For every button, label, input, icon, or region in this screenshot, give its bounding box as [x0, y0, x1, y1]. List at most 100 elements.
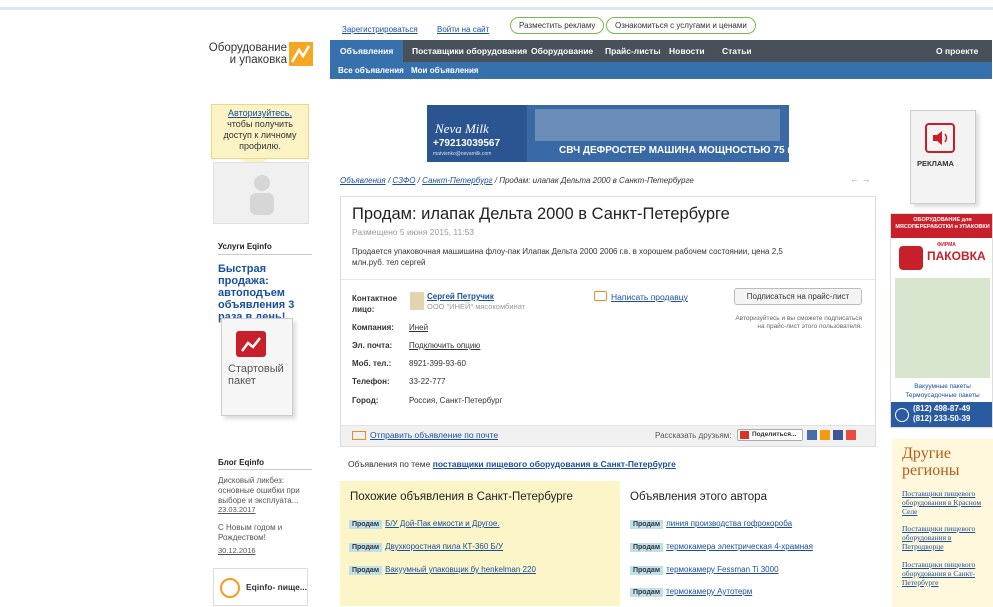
packaging-banner[interactable]: ОБОРУДОВАНИЕ для МЯСОПЕРЕРАБОТКИ и УПАКОВ… — [890, 213, 993, 428]
other-regions: Другие регионы Поставщики пищевого обору… — [892, 439, 993, 607]
breadcrumb-szfo[interactable]: СЗФО — [392, 176, 415, 185]
logo-line1: Оборудование — [208, 42, 287, 54]
phone-icon — [895, 408, 909, 422]
breadcrumb-ads[interactable]: Объявления — [340, 176, 386, 185]
place-ad-button[interactable]: Разместить рекламу — [510, 17, 605, 34]
similar-ad-link[interactable]: Вакуумный упаковщик бу henkelman 220 — [385, 565, 536, 574]
subnav-my-ads[interactable]: Мои объявления — [411, 66, 479, 75]
logo-line2: и упаковка — [229, 54, 287, 66]
odnoklassniki-icon[interactable] — [820, 430, 830, 440]
company-link[interactable]: Иней — [409, 323, 428, 332]
brand-name: ПАКОВКА — [927, 249, 986, 263]
divider — [218, 254, 312, 255]
auth-prompt: Авторизуйтесь, чтобы получить доступ к л… — [211, 104, 309, 159]
similar-ads-title: Похожие объявления в Санкт-Петербурге — [350, 491, 573, 503]
breadcrumb-spb[interactable]: Санкт-Петербург — [422, 176, 492, 185]
services-heading: Услуги Eqinfo — [218, 242, 272, 251]
starter-pack-book[interactable]: Стартовый пакет — [221, 318, 293, 416]
blog-heading: Блог Eqinfo — [218, 458, 265, 467]
phone-value: 33-22-777 — [409, 377, 446, 386]
contact-org: ООО "ИНЕЙ" мясокомбинат — [427, 302, 526, 311]
eqinfo-widget[interactable]: Eqinfo- пище... — [213, 568, 308, 606]
advertising-box[interactable]: РЕКЛАМА — [910, 110, 976, 204]
region-link[interactable]: Поставщики пищевого оборудования в Санкт… — [902, 560, 990, 587]
blog-post-text[interactable]: Дисковый ликбез: основные ошибки при выб… — [218, 476, 314, 506]
avatar — [213, 162, 309, 224]
list-item[interactable]: Продам Двухкоростная пила КТ-360 Б/У — [349, 540, 503, 552]
topic-link[interactable]: поставщики пищевого оборудования в Санкт… — [433, 459, 676, 469]
chart-icon — [236, 331, 266, 357]
author-ad-link[interactable]: линия производства гофрокороба — [666, 519, 792, 528]
list-item[interactable]: Продам термокамера электрическая 4-храмн… — [630, 540, 813, 552]
sale-tag: Продам — [630, 520, 664, 529]
subscribe-button[interactable]: Подписаться на прайс-лист — [734, 288, 862, 305]
sub-nav: Все объявления Мои объявления — [330, 62, 992, 79]
login-link[interactable]: Войти на сайт — [437, 25, 489, 34]
nav-item-suppliers[interactable]: Поставщики оборудования — [412, 46, 527, 56]
list-item[interactable]: Продам термокамеру Fessman Ti 3000 — [630, 563, 779, 575]
write-seller-link[interactable]: Написать продавцу — [611, 292, 688, 302]
promo-link[interactable]: Быстрая продажа: автоподъем объявления 3… — [218, 263, 312, 323]
sale-tag: Продам — [630, 588, 664, 597]
banner-slogan: СВЧ ДЕФРОСТЕР МАШИНА МОЩНОСТЬЮ 75 кВт — [559, 145, 789, 156]
breadcrumb-sep: / — [494, 176, 497, 185]
regions-title: Другие регионы — [902, 445, 960, 479]
firm-label: ФИРМА — [937, 242, 956, 248]
send-email-link[interactable]: Отправить объявление по почте — [370, 430, 498, 440]
nav-item-pricelists[interactable]: Прайс-листы — [605, 46, 661, 56]
envelope-icon — [352, 431, 366, 440]
list-item[interactable]: Продам Б/У Дой-Пак емкости и Другое. — [349, 517, 500, 529]
register-link[interactable]: Зарегистрироваться — [342, 25, 418, 34]
breadcrumb-current: Продам: илапак Дельта 2000 в Санкт-Петер… — [499, 176, 694, 185]
region-link[interactable]: Поставщики пищевого оборудования в Красн… — [902, 489, 990, 516]
banner-brand: Neva Milk — [435, 121, 489, 136]
email-option-link[interactable]: Подключить опцию — [409, 341, 480, 350]
list-item[interactable]: Продам линия производства гофрокороба — [630, 517, 792, 529]
posted-date: Размещено 5 июня 2015, 11:53 — [352, 227, 475, 237]
services-button[interactable]: Ознакомиться с услугами и ценами — [606, 17, 756, 34]
nav-arrows[interactable]: ← → — [850, 174, 871, 184]
nav-item-news[interactable]: Новости — [669, 46, 705, 56]
similar-ad-link[interactable]: Двухкоростная пила КТ-360 Б/У — [385, 542, 503, 551]
contact-name-link[interactable]: Сергей Петручик — [427, 292, 494, 301]
subnav-all-ads[interactable]: Все объявления — [338, 66, 404, 75]
auth-text-1: чтобы получить — [227, 119, 293, 129]
list-item[interactable]: Продам Вакуумный упаковщик бу henkelman … — [349, 563, 536, 575]
city-value: Россия, Санкт-Петербург — [409, 396, 503, 405]
nav-item-articles[interactable]: Статьи — [722, 46, 752, 56]
blog-post-date[interactable]: 23.03.2017 — [218, 505, 256, 514]
mobile-value: 8921-399-93-60 — [409, 359, 466, 368]
contact-avatar — [410, 292, 424, 310]
breadcrumb: Объявления / СЗФО / Санкт-Петербург / Пр… — [340, 176, 694, 185]
auth-link[interactable]: Авторизуйтесь, — [228, 108, 292, 118]
facebook-icon[interactable] — [833, 430, 843, 440]
sale-tag: Продам — [630, 566, 664, 575]
region-link[interactable]: Поставщики пищевого оборудования в Петро… — [902, 524, 990, 551]
logo-icon — [289, 42, 313, 66]
auth-text-3: профилю. — [239, 141, 281, 151]
sale-tag: Продам — [630, 543, 664, 552]
brand-icon — [899, 246, 923, 270]
author-ad-link[interactable]: термокамера электрическая 4-храмная — [666, 542, 813, 551]
nav-item-about[interactable]: О проекте — [936, 46, 978, 56]
auth-text-2: доступ к личному — [223, 130, 297, 140]
ad-banner[interactable]: Neva Milk +79213039567 matvienko@nevamil… — [427, 105, 789, 162]
site-logo[interactable]: Оборудование и упаковка — [209, 40, 325, 72]
sale-tag: Продам — [349, 543, 383, 552]
nav-item-ads[interactable]: Объявления — [330, 40, 404, 62]
phone-label: Телефон: — [352, 377, 390, 386]
nav-item-equipment[interactable]: Оборудование — [531, 46, 593, 56]
contact-label: Контактное лицо: — [352, 294, 398, 314]
author-ad-link[interactable]: термокамеру Fessman Ti 3000 — [666, 565, 778, 574]
mailru-icon[interactable] — [846, 430, 856, 440]
vk-icon[interactable] — [807, 430, 817, 440]
blog-post-date[interactable]: 30.12.2016 — [218, 546, 256, 555]
author-ad-link[interactable]: термокамеру Аутотерм — [666, 587, 752, 596]
speaker-icon — [925, 123, 955, 153]
banner-email: matvienko@nevamilk.com — [433, 151, 492, 157]
banner-heading: ОБОРУДОВАНИЕ для МЯСОПЕРЕРАБОТКИ и УПАКОВ… — [895, 217, 990, 230]
city-label: Город: — [352, 396, 379, 405]
list-item[interactable]: Продам термокамеру Аутотерм — [630, 585, 752, 597]
blog-post-text[interactable]: С Новым годом и Рождеством! — [218, 523, 314, 543]
similar-ad-link[interactable]: Б/У Дой-Пак емкости и Другое. — [385, 519, 499, 528]
